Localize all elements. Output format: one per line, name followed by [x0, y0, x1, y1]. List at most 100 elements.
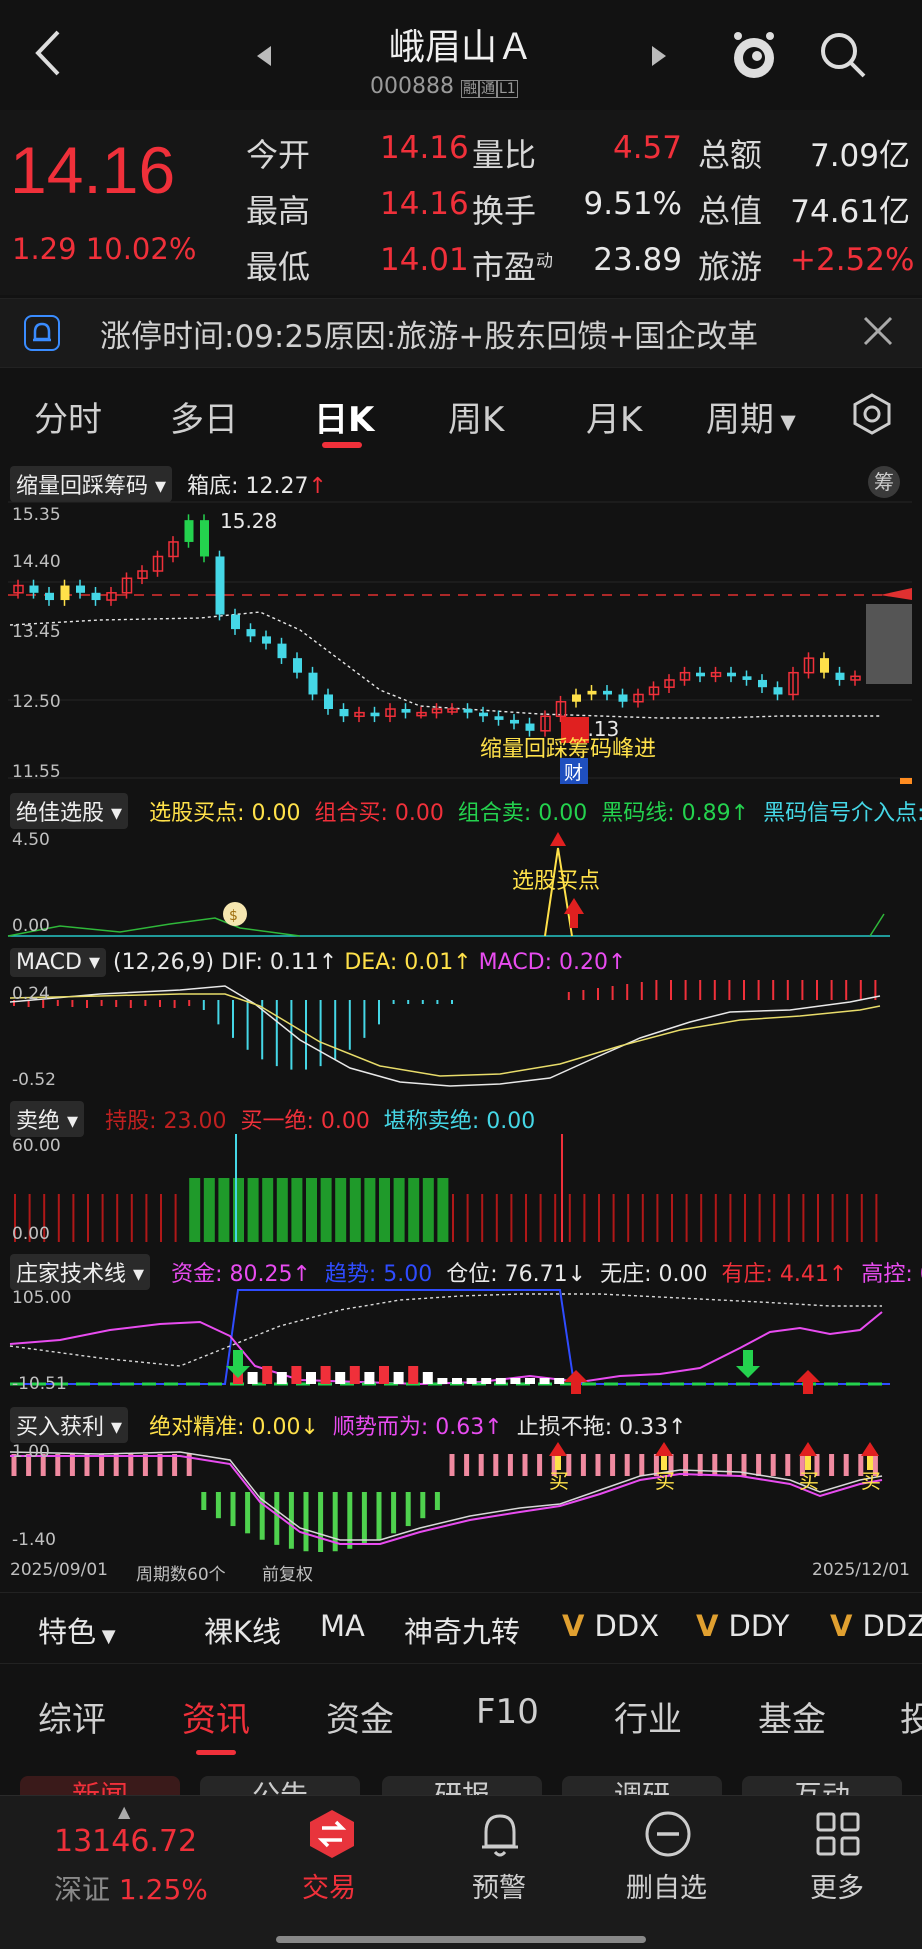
tab-fund[interactable]: 基金 — [758, 1692, 826, 1741]
limit-up-notice[interactable]: 涨停时间:09:25原因:旅游+股东回馈+国企改革 — [0, 298, 922, 368]
tab-monthly-k[interactable]: 月K — [586, 392, 642, 441]
macd-select[interactable]: MACD ▾ — [10, 948, 106, 977]
buy-label: 买 — [799, 1469, 819, 1493]
indicator-value: 绝对精准: 0.00↓ — [149, 1415, 319, 1440]
next-stock-icon[interactable] — [648, 44, 668, 68]
hold-bar — [349, 1178, 361, 1242]
dealer-bar — [408, 1366, 419, 1384]
remove-favorite-icon[interactable] — [642, 1808, 694, 1860]
candle-body — [215, 556, 225, 615]
period-count: 周期数60个 — [136, 1565, 226, 1585]
candle-body — [510, 719, 519, 724]
candle-body — [463, 709, 473, 713]
candle-body — [494, 716, 504, 720]
index-info[interactable]: 深证 1.25% — [54, 1868, 208, 1908]
trade-icon[interactable] — [306, 1808, 358, 1860]
nav-more[interactable]: 更多 — [810, 1866, 864, 1905]
hold-bar — [714, 1194, 717, 1242]
buy-arrow-stem — [805, 1456, 811, 1470]
hold-bar — [452, 1194, 454, 1242]
feature-ddx[interactable]: V DDX — [562, 1609, 659, 1643]
chip-bar — [900, 778, 912, 784]
hold-bar — [422, 1178, 434, 1242]
feature-ma[interactable]: MA — [320, 1609, 365, 1643]
search-icon[interactable] — [818, 30, 868, 80]
hold-bar — [233, 1178, 244, 1242]
tab-funds[interactable]: 资金 — [326, 1692, 394, 1741]
stock-code: 000888 融通 L1 — [370, 74, 518, 99]
hold-bar — [656, 1194, 659, 1242]
buy-arrow-stem — [867, 1456, 873, 1470]
bell-icon[interactable] — [474, 1808, 526, 1860]
buy-profit-select[interactable]: 买入获利 ▾ — [10, 1407, 129, 1443]
close-icon[interactable] — [862, 315, 894, 347]
tab-overview[interactable]: 综评 — [38, 1692, 106, 1741]
hold-bar — [218, 1178, 230, 1242]
macd-panel — [9, 980, 881, 1087]
candle-body — [603, 690, 612, 695]
dealer-bar — [335, 1372, 346, 1384]
end-date: 2025/12/01 — [812, 1560, 910, 1580]
tab-period[interactable]: 周期 ▼ — [706, 392, 796, 441]
grid-more-icon[interactable] — [812, 1808, 864, 1860]
candles-group — [13, 514, 861, 737]
hold-bar — [860, 1194, 863, 1242]
y-tick: -10.51 — [12, 1374, 67, 1394]
dealer-bar — [510, 1378, 521, 1384]
hold-bar — [612, 1194, 615, 1242]
sell-extreme-select[interactable]: 卖绝 ▾ — [10, 1101, 85, 1137]
finance-mark-text: 财 — [564, 762, 583, 784]
nav-remove-favorite[interactable]: 删自选 — [626, 1866, 707, 1905]
chip-distribution-button[interactable]: 筹 — [868, 466, 900, 498]
candle-body — [262, 636, 271, 644]
dealer-bar — [452, 1378, 462, 1384]
tab-f10[interactable]: F10 — [476, 1692, 539, 1732]
feature-naked-k[interactable]: 裸K线 — [204, 1609, 281, 1651]
tab-multiday[interactable]: 多日 — [170, 392, 238, 441]
dealer-line-panel — [9, 1289, 890, 1394]
feature-ddz[interactable]: V DDZ — [830, 1609, 922, 1643]
adjust-mode[interactable]: 前复权 — [262, 1560, 313, 1585]
index-value[interactable]: 13146.72 — [54, 1824, 197, 1859]
candle-body — [401, 709, 411, 713]
indicator-value: 高控: 0.00 — [861, 1262, 922, 1287]
tab-industry[interactable]: 行业 — [614, 1692, 682, 1741]
tab-news[interactable]: 资讯 — [182, 1692, 250, 1741]
tab-weekly-k[interactable]: 周K — [448, 392, 504, 441]
hold-bar — [554, 1194, 557, 1242]
settings-icon[interactable] — [850, 392, 894, 436]
dealer-bar — [247, 1372, 258, 1384]
feature-nine-turn[interactable]: 神奇九转 — [404, 1609, 520, 1651]
nav-trade[interactable]: 交易 — [302, 1866, 356, 1905]
candle-body — [479, 712, 488, 717]
candle-body — [293, 658, 302, 673]
tab-more[interactable]: 投 — [900, 1692, 922, 1741]
indicator-value: 资金: 80.25↑ — [171, 1262, 311, 1287]
macd-header: MACD ▾ (12,26,9) DIF: 0.11↑ DEA: 0.01↑ M… — [10, 948, 626, 977]
expand-up-icon[interactable]: ▲ — [118, 1802, 130, 1821]
tab-intraday[interactable]: 分时 — [34, 392, 102, 441]
svg-text:$: $ — [229, 908, 238, 924]
feature-ddy[interactable]: V DDY — [696, 1609, 789, 1643]
indicator-value: 选股买点: 0.00 — [149, 801, 301, 826]
hold-bar — [787, 1194, 790, 1242]
sector-label[interactable]: 旅游 — [698, 242, 762, 288]
hold-bar — [817, 1194, 819, 1242]
stock-pick-select[interactable]: 绝佳选股 ▾ — [10, 793, 129, 829]
tab-daily-k[interactable]: 日K — [314, 392, 374, 441]
nav-alert[interactable]: 预警 — [472, 1866, 526, 1905]
low-label: 最低 — [246, 248, 311, 286]
vip-icon: V — [696, 1609, 729, 1643]
hold-bar — [758, 1194, 761, 1242]
special-features-dropdown[interactable]: 特色 ▼ — [38, 1609, 116, 1651]
candlestick-chart[interactable]: 15.28 12.13 缩量回踩筹码峰进 财 — [0, 500, 922, 790]
hold-bar — [130, 1194, 133, 1242]
main-indicator-select[interactable]: 缩量回踩筹码 ▾ — [10, 466, 173, 502]
indicator-value: 有庄: 4.41↑ — [721, 1262, 848, 1287]
dealer-line-select[interactable]: 庄家技术线 ▾ — [10, 1254, 151, 1290]
y-tick: 13.45 — [12, 622, 61, 642]
low-value: 14.01 — [380, 242, 469, 278]
candle-body — [525, 723, 535, 731]
assistant-robot-icon[interactable] — [726, 28, 782, 84]
hold-bar — [203, 1178, 215, 1242]
